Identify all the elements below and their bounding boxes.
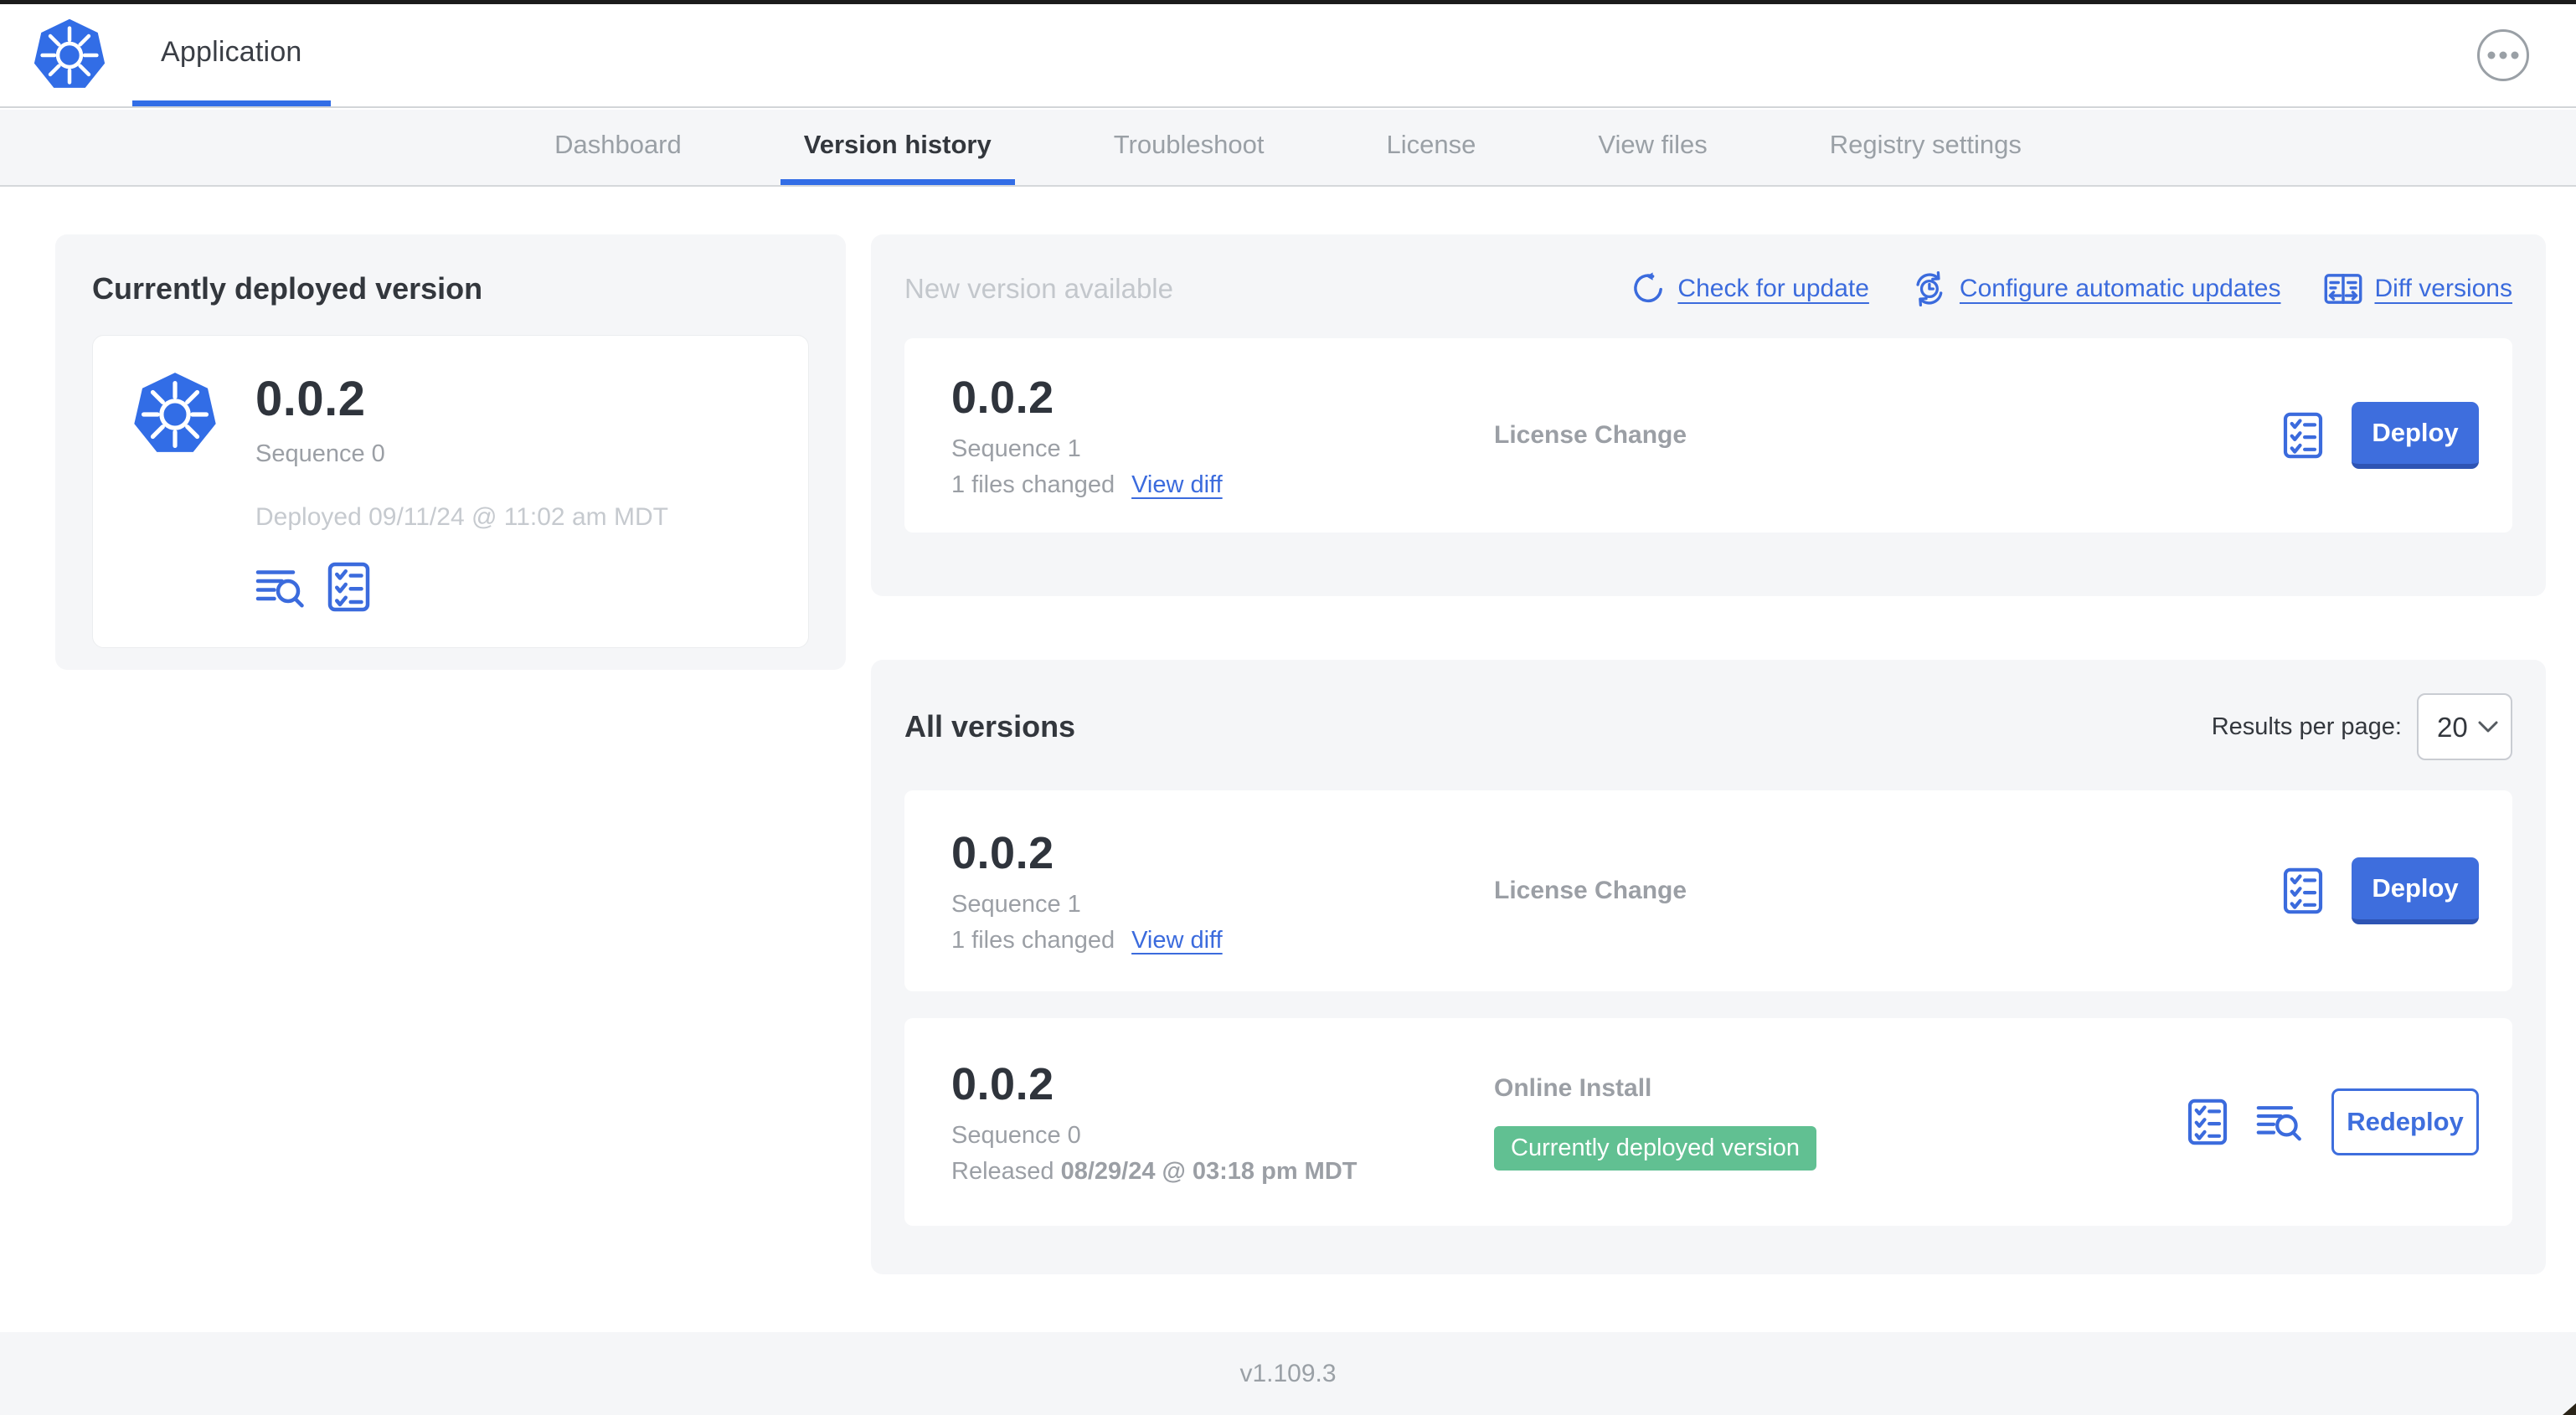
tab-view-files[interactable]: View files <box>1574 110 1730 185</box>
kubernetes-logo-icon <box>131 371 219 458</box>
kubernetes-logo-icon <box>32 18 107 93</box>
header-app-tab[interactable]: Application <box>132 4 331 106</box>
version-source-label: License Change <box>1494 421 1687 449</box>
version-number: 0.0.2 <box>951 373 1054 423</box>
preflight-checks-icon[interactable] <box>327 562 370 612</box>
logs-icon[interactable] <box>2256 1102 2303 1142</box>
new-version-title: New version available <box>904 273 1173 304</box>
app-footer: v1.109.3 <box>0 1332 2576 1415</box>
new-version-card: 0.0.2 Sequence 1 1 files changed View di… <box>904 338 2512 533</box>
app-title: Application <box>161 36 302 68</box>
results-per-page-label: Results per page: <box>2211 713 2402 740</box>
version-sequence: Sequence 1 <box>951 891 1081 918</box>
new-version-panel: New version available Check for update C… <box>871 234 2546 596</box>
deploy-button[interactable]: Deploy <box>2352 857 2479 924</box>
tab-troubleshoot[interactable]: Troubleshoot <box>1090 110 1288 185</box>
diff-versions-link[interactable]: Diff versions <box>2324 273 2512 305</box>
diff-icon <box>2325 274 2362 304</box>
version-row: 0.0.2 Sequence 0 Released 08/29/24 @ 03:… <box>904 1018 2512 1226</box>
overflow-menu-button[interactable] <box>2477 29 2529 81</box>
logs-icon[interactable] <box>255 566 306 609</box>
tab-version-history[interactable]: Version history <box>780 110 1015 185</box>
version-sequence: Sequence 0 <box>951 1122 1081 1149</box>
all-versions-panel: All versions Results per page: 20 0.0.2 … <box>871 660 2546 1274</box>
currently-deployed-panel: Currently deployed version 0.0.2 Sequenc… <box>55 234 846 670</box>
view-diff-link[interactable]: View diff <box>1131 471 1223 499</box>
cursor-artifact <box>2563 1403 2576 1415</box>
console-version: v1.109.3 <box>1239 1359 1337 1387</box>
check-for-update-link[interactable]: Check for update <box>1631 271 1869 306</box>
app-header: Application <box>0 4 2576 108</box>
currently-deployed-card: 0.0.2 Sequence 0 Deployed 09/11/24 @ 11:… <box>92 335 809 648</box>
auto-update-clock-icon <box>1916 271 1943 306</box>
files-changed-label: 1 files changed <box>951 927 1115 954</box>
configure-automatic-updates-link[interactable]: Configure automatic updates <box>1913 271 2280 306</box>
deployed-version-number: 0.0.2 <box>255 372 366 426</box>
tab-registry-settings[interactable]: Registry settings <box>1806 110 2045 185</box>
redeploy-button[interactable]: Redeploy <box>2331 1088 2479 1155</box>
preflight-checks-icon[interactable] <box>2187 1099 2228 1145</box>
version-source-label: License Change <box>1494 877 1687 904</box>
currently-deployed-title: Currently deployed version <box>92 271 483 306</box>
preflight-checks-icon[interactable] <box>2283 867 2323 914</box>
currently-deployed-badge: Currently deployed version <box>1494 1125 1816 1171</box>
deployed-sequence: Sequence 0 <box>255 440 385 467</box>
tab-license[interactable]: License <box>1363 110 1500 185</box>
version-number: 0.0.2 <box>951 828 1054 878</box>
all-versions-title: All versions <box>904 709 1076 744</box>
results-per-page-select[interactable]: 20 <box>2417 693 2512 760</box>
refresh-icon <box>1634 271 1663 303</box>
deploy-button[interactable]: Deploy <box>2352 402 2479 469</box>
version-source-label: Online Install <box>1494 1073 1652 1102</box>
ellipsis-icon <box>2487 51 2519 59</box>
deployed-timestamp: Deployed 09/11/24 @ 11:02 am MDT <box>255 503 668 531</box>
released-timestamp: Released 08/29/24 @ 03:18 pm MDT <box>951 1158 1358 1185</box>
app-root: Application Dashboard Version history Tr… <box>0 0 2576 1415</box>
version-sequence: Sequence 1 <box>951 435 1081 462</box>
view-diff-link[interactable]: View diff <box>1131 927 1223 954</box>
version-number: 0.0.2 <box>951 1059 1054 1109</box>
files-changed-label: 1 files changed <box>951 471 1115 498</box>
preflight-checks-icon[interactable] <box>2283 412 2323 459</box>
app-subnav: Dashboard Version history Troubleshoot L… <box>0 110 2576 187</box>
tab-dashboard[interactable]: Dashboard <box>531 110 705 185</box>
version-row: 0.0.2 Sequence 1 1 files changed View di… <box>904 790 2512 991</box>
